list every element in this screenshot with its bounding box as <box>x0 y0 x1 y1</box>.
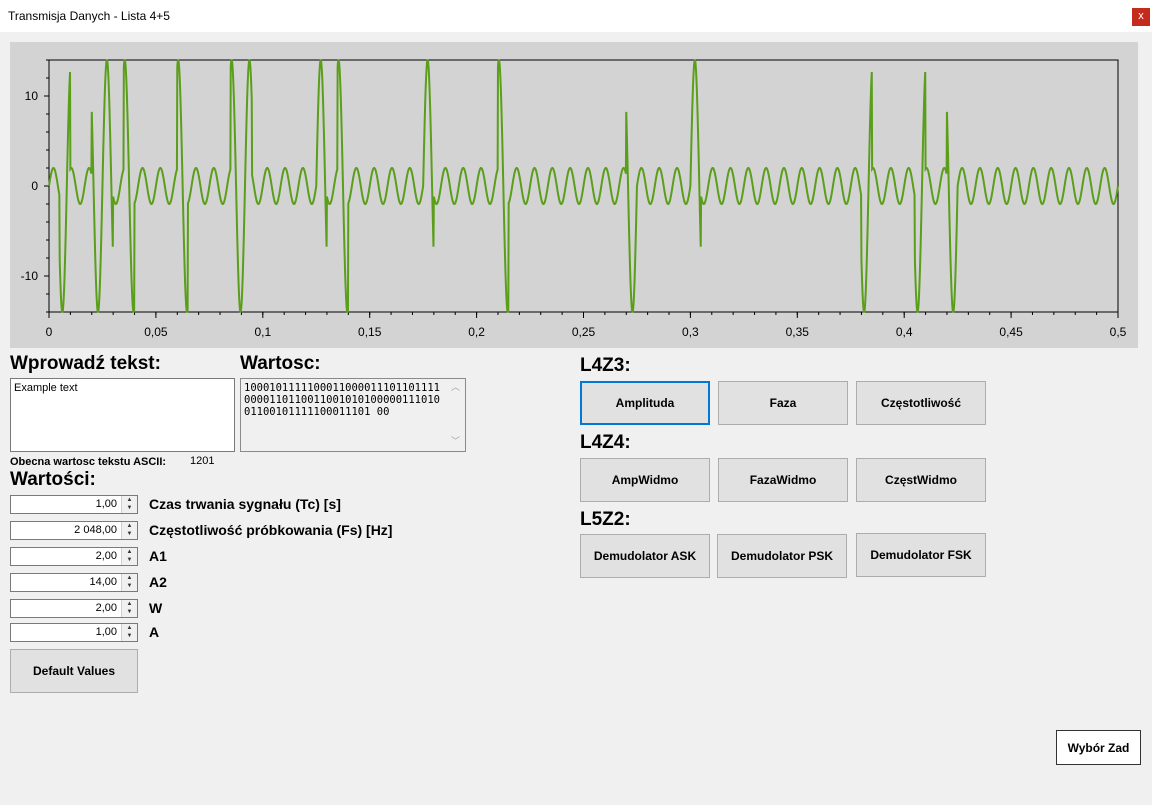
up-arrow-icon[interactable]: ▲ <box>122 600 137 608</box>
default-values-button[interactable]: Default Values <box>10 649 138 693</box>
signal-chart: 10 0 -10 0 0,05 0,1 0,15 0,2 0,25 0,3 0,35 0,4 0,45 0… <box>10 42 1138 348</box>
x-tick-label: 0,3 <box>682 325 699 339</box>
fs-arrows[interactable]: ▲ ▼ <box>121 522 137 539</box>
up-arrow-icon[interactable]: ▲ <box>122 522 137 530</box>
fs-value: 2 048,00 <box>74 524 117 536</box>
tc-label: Czas trwania sygnału (Tc) [s] <box>149 496 341 512</box>
input-heading: Wprowadź tekst: <box>10 353 161 374</box>
a-spinner[interactable]: 1,00 ▲ ▼ <box>10 623 138 642</box>
y-tick-label: -10 <box>21 269 39 283</box>
l4z3-heading: L4Z3: <box>580 355 631 376</box>
tc-spinner[interactable]: 1,00 ▲ ▼ <box>10 495 138 514</box>
l4z4-heading: L4Z4: <box>580 432 631 453</box>
x-tick-label: 0,1 <box>254 325 271 339</box>
window-title: Transmisja Danych - Lista 4+5 <box>8 9 170 23</box>
x-tick-label: 0,25 <box>572 325 596 339</box>
binary-scrollbar[interactable]: ︿ ﹀ <box>448 380 464 450</box>
x-tick-label: 0,15 <box>358 325 382 339</box>
demodulator-psk-button[interactable]: Demudolator PSK <box>717 534 847 578</box>
down-arrow-icon[interactable]: ▼ <box>122 582 137 590</box>
up-arrow-icon[interactable]: ▲ <box>122 548 137 556</box>
a2-label: A2 <box>149 574 167 590</box>
down-arrow-icon[interactable]: ▼ <box>122 556 137 564</box>
y-tick-label: 0 <box>31 179 38 193</box>
w-spinner[interactable]: 2,00 ▲ ▼ <box>10 599 138 618</box>
down-arrow-icon[interactable]: ▼ <box>122 504 137 512</box>
x-tick-label: 0,2 <box>468 325 485 339</box>
w-value: 2,00 <box>95 602 117 614</box>
w-arrows[interactable]: ▲ ▼ <box>121 600 137 617</box>
tc-arrows[interactable]: ▲ ▼ <box>121 496 137 513</box>
a-arrows[interactable]: ▲ ▼ <box>121 624 137 641</box>
ampwidmo-button[interactable]: AmpWidmo <box>580 458 710 502</box>
a-value: 1,00 <box>95 626 117 638</box>
text-input[interactable]: Example text <box>10 378 235 452</box>
scroll-down-icon[interactable]: ﹀ <box>451 436 460 448</box>
down-arrow-icon[interactable]: ▼ <box>122 632 137 640</box>
up-arrow-icon[interactable]: ▲ <box>122 574 137 582</box>
down-arrow-icon[interactable]: ▼ <box>122 530 137 538</box>
a2-spinner[interactable]: 14,00 ▲ ▼ <box>10 573 138 592</box>
chart-svg: 10 0 -10 0 0,05 0,1 0,15 0,2 0,25 0,3 0,35 0,4 0,45 0… <box>21 59 1127 339</box>
a1-arrows[interactable]: ▲ ▼ <box>121 548 137 565</box>
wybor-zad-button[interactable]: Wybór Zad <box>1056 730 1141 765</box>
down-arrow-icon[interactable]: ▼ <box>122 608 137 616</box>
x-tick-label: 0,5 <box>1110 325 1127 339</box>
x-tick-label: 0,45 <box>999 325 1023 339</box>
faza-button[interactable]: Faza <box>718 381 848 425</box>
tc-value: 1,00 <box>95 498 117 510</box>
title-bar: Transmisja Danych - Lista 4+5 x <box>0 0 1152 32</box>
a1-label: A1 <box>149 548 167 564</box>
w-label: W <box>149 600 163 616</box>
a1-value: 2,00 <box>95 550 117 562</box>
x-tick-label: 0 <box>46 325 53 339</box>
x-tick-label: 0,4 <box>896 325 913 339</box>
binary-output[interactable]: 1000101111100011000011101101111000011011… <box>240 378 466 452</box>
close-button[interactable]: x <box>1132 8 1150 26</box>
fazawidmo-button[interactable]: FazaWidmo <box>718 458 848 502</box>
binary-heading: Wartosc: <box>240 353 321 374</box>
demodulator-ask-button[interactable]: Demudolator ASK <box>580 534 710 578</box>
ascii-label: Obecna wartosc tekstu ASCII: <box>10 456 167 468</box>
czestotliwosc-button[interactable]: Częstotliwość <box>856 381 986 425</box>
scroll-up-icon[interactable]: ︿ <box>451 382 460 394</box>
demodulator-fsk-button[interactable]: Demudolator FSK <box>856 533 986 577</box>
binary-value: 1000101111100011000011101101111000011011… <box>244 382 440 418</box>
x-tick-label: 0,05 <box>144 325 168 339</box>
up-arrow-icon[interactable]: ▲ <box>122 624 137 632</box>
fs-spinner[interactable]: 2 048,00 ▲ ▼ <box>10 521 138 540</box>
values-heading: Wartości: <box>10 469 96 490</box>
a2-value: 14,00 <box>89 576 117 588</box>
y-tick-label: 10 <box>25 89 39 103</box>
a-label: A <box>149 624 160 640</box>
x-tick-label: 0,35 <box>786 325 810 339</box>
ascii-value: 1201 <box>190 455 215 467</box>
amplituda-button[interactable]: Amplituda <box>580 381 710 425</box>
a2-arrows[interactable]: ▲ ▼ <box>121 574 137 591</box>
l5z2-heading: L5Z2: <box>580 509 631 530</box>
czestwidmo-button[interactable]: CzęstWidmo <box>856 458 986 502</box>
fs-label: Częstotliwość próbkowania (Fs) [Hz] <box>149 522 393 538</box>
a1-spinner[interactable]: 2,00 ▲ ▼ <box>10 547 138 566</box>
up-arrow-icon[interactable]: ▲ <box>122 496 137 504</box>
